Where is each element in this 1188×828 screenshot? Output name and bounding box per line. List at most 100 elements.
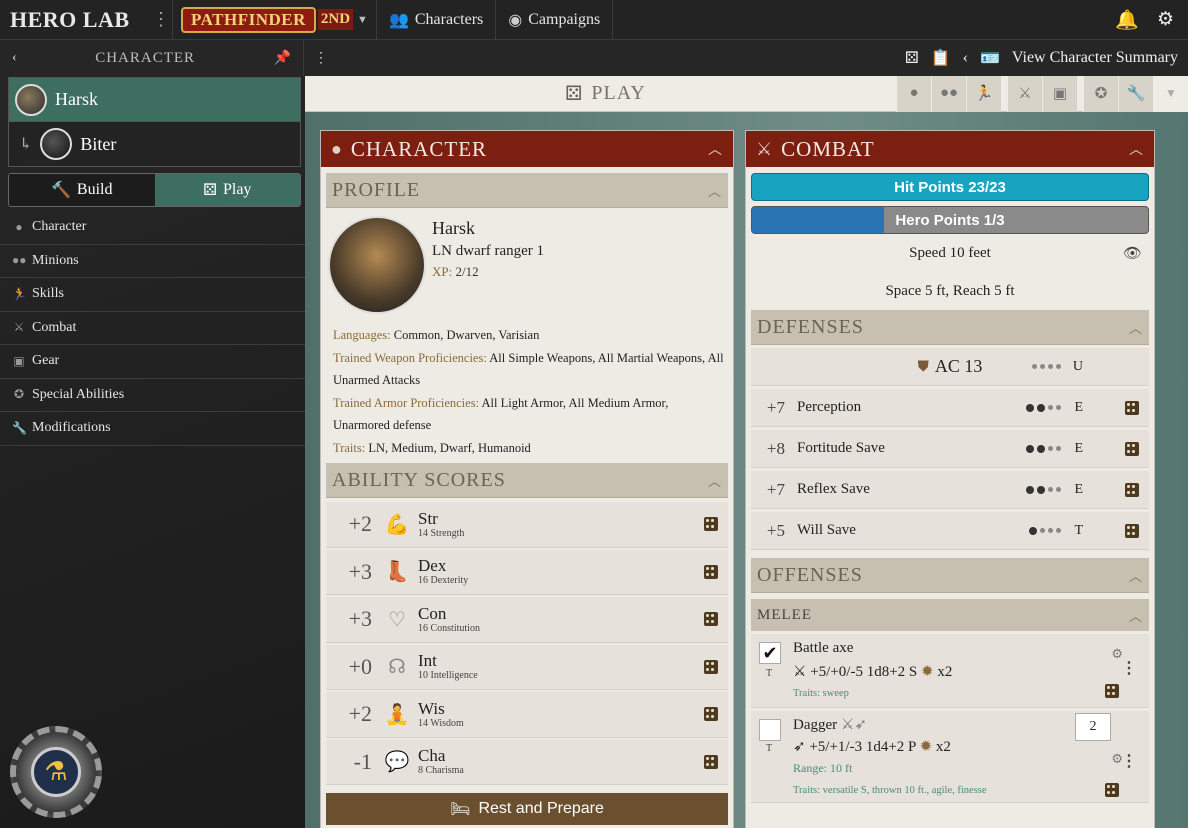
game-selector[interactable]: PATHFINDER 2ND ▼ bbox=[172, 0, 377, 40]
sidebar-nav: ● Character ●● Minions 🏃 Skills ⚔ Combat ▣ Ge… bbox=[0, 211, 305, 446]
dice-icon[interactable] bbox=[704, 707, 718, 722]
ability-row[interactable]: -1 💬 Cha 8 Charisma bbox=[326, 739, 728, 785]
tab-gear-icon[interactable]: ▣ bbox=[1042, 75, 1077, 112]
sidebar-item-character[interactable]: ● Character bbox=[0, 211, 305, 245]
clipboard-check-icon[interactable]: 📋 bbox=[931, 48, 951, 68]
bell-icon[interactable]: 🔔 bbox=[1115, 8, 1139, 32]
ability-scores-heading[interactable]: ABILITY SCORES ︿ bbox=[326, 463, 728, 498]
sidebar-item-special-abilities[interactable]: ✪ Special Abilities bbox=[0, 379, 305, 412]
tab-character-icon[interactable]: ● bbox=[896, 75, 931, 112]
nav-characters[interactable]: 👥 Characters bbox=[377, 0, 497, 40]
sidebar-item-gear[interactable]: ▣ Gear bbox=[0, 345, 305, 379]
tab-abilities-icon[interactable]: ✪ bbox=[1083, 75, 1118, 112]
chevron-up-icon[interactable]: ︿ bbox=[1129, 139, 1144, 159]
proficiency-dots bbox=[1026, 444, 1061, 453]
nav-campaigns[interactable]: ◉ Campaigns bbox=[496, 0, 614, 40]
ability-row[interactable]: +0 ☊ Int 10 Intelligence bbox=[326, 644, 728, 690]
sidebar-item-modifications[interactable]: 🔧 Modifications bbox=[0, 412, 305, 446]
equipped-checkbox[interactable]: ✔ bbox=[759, 719, 781, 741]
profile-heading[interactable]: PROFILE ︿ bbox=[326, 173, 728, 208]
tab-combat-icon[interactable]: ⚔ bbox=[1007, 75, 1042, 112]
equipped-checkbox[interactable]: ✔ bbox=[759, 642, 781, 664]
attack-icon: ➶ bbox=[793, 739, 806, 755]
chevron-left-icon[interactable]: ‹ bbox=[963, 49, 968, 67]
play-title-label: PLAY bbox=[591, 82, 646, 104]
tab-skills-icon[interactable]: 🏃 bbox=[966, 75, 1001, 112]
dice-icon[interactable] bbox=[704, 517, 718, 532]
save-row[interactable]: +7 Reflex Save E bbox=[751, 471, 1149, 509]
ability-row[interactable]: +2 🧘 Wis 14 Wisdom bbox=[326, 692, 728, 738]
character-entry[interactable]: Harsk bbox=[9, 78, 300, 122]
dice-icon[interactable] bbox=[704, 754, 718, 769]
ability-row[interactable]: +3 👢 Dex 16 Dexterity bbox=[326, 549, 728, 595]
dice-icon[interactable] bbox=[704, 564, 718, 579]
tabs-dropdown-icon[interactable]: ▼ bbox=[1153, 75, 1188, 112]
top-bar: HERO LAB ⋮ PATHFINDER 2ND ▼ 👥 Characters… bbox=[0, 0, 1188, 40]
play-mode-button[interactable]: ⚄ Play bbox=[154, 174, 300, 206]
combat-panel: ⚔ COMBAT ︿ Hit Points 23/23 Hero Points … bbox=[745, 130, 1155, 828]
melee-heading[interactable]: MELEE ︿ bbox=[751, 599, 1149, 631]
weapon-menu-icon[interactable]: ⋮ bbox=[1121, 658, 1137, 678]
main-menu-icon[interactable]: ⋮ bbox=[314, 50, 328, 67]
chevron-up-icon[interactable]: ︿ bbox=[1129, 606, 1143, 625]
view-summary-link[interactable]: View Character Summary bbox=[1012, 49, 1178, 67]
chevron-up-icon[interactable]: ︿ bbox=[1129, 566, 1143, 585]
ability-short: Wis bbox=[418, 698, 445, 718]
dice-icon[interactable] bbox=[1125, 400, 1139, 415]
chevron-up-icon[interactable]: ︿ bbox=[708, 471, 722, 490]
dice-icon[interactable] bbox=[1125, 523, 1139, 538]
pathfinder-logo: PATHFINDER bbox=[181, 6, 316, 33]
tab-modifications-icon[interactable]: 🔧 bbox=[1118, 75, 1153, 112]
sidebar-item-skills[interactable]: 🏃 Skills bbox=[0, 278, 305, 312]
weapon-menu-icon[interactable]: ⋮ bbox=[1121, 751, 1137, 771]
weapon-row[interactable]: ✔ T Battle axe ⚔ +5/+0/-5 1d8+2 S ✹ x2 T… bbox=[751, 634, 1149, 708]
offenses-heading[interactable]: OFFENSES ︿ bbox=[751, 558, 1149, 593]
dice-icon[interactable] bbox=[704, 659, 718, 674]
dice-icon[interactable] bbox=[1125, 482, 1139, 497]
profile-heading-label: PROFILE bbox=[332, 178, 421, 201]
app-menu-icon[interactable]: ⋮ bbox=[150, 9, 172, 30]
chevron-up-icon[interactable]: ︿ bbox=[708, 139, 723, 159]
build-mode-button[interactable]: 🔨 Build bbox=[9, 174, 155, 206]
eye-icon[interactable]: 👁 bbox=[1123, 244, 1142, 263]
weapon-row[interactable]: ✔ T Dagger ⚔➶ ➶ +5/+1/-3 1d4+2 P ✹ x2 Ra… bbox=[751, 711, 1149, 803]
ability-short: Str bbox=[418, 508, 438, 528]
hit-points-bar[interactable]: Hit Points 23/23 bbox=[751, 173, 1149, 201]
dice-icon[interactable]: ⚄ bbox=[905, 48, 919, 68]
combat-panel-header[interactable]: ⚔ COMBAT ︿ bbox=[746, 131, 1154, 167]
weapon-name: Battle axe bbox=[793, 640, 854, 656]
dice-icon[interactable] bbox=[1105, 783, 1119, 797]
globe-icon: ◉ bbox=[508, 11, 523, 29]
defenses-heading[interactable]: DEFENSES ︿ bbox=[751, 310, 1149, 345]
gear-icon[interactable]: ⚙ bbox=[1157, 8, 1174, 31]
save-name: Will Save bbox=[797, 522, 856, 538]
brain-icon: ☊ bbox=[388, 656, 406, 679]
sidebar-item-minions[interactable]: ●● Minions bbox=[0, 245, 305, 278]
proficiency-dots bbox=[1032, 364, 1061, 369]
ability-row[interactable]: +3 ♡ Con 16 Constitution bbox=[326, 597, 728, 643]
rest-and-prepare-button[interactable]: 🛏 Rest and Prepare bbox=[326, 793, 728, 825]
meditate-icon: 🧘 bbox=[384, 703, 410, 726]
hero-points-bar[interactable]: Hero Points 1/3 bbox=[751, 206, 1149, 234]
tab-minions-icon[interactable]: ●● bbox=[931, 75, 966, 112]
sidebar-item-combat[interactable]: ⚔ Combat bbox=[0, 312, 305, 345]
save-row[interactable]: +5 Will Save T bbox=[751, 512, 1149, 550]
save-row[interactable]: +7 Perception E bbox=[751, 389, 1149, 427]
save-row[interactable]: +8 Fortitude Save E bbox=[751, 430, 1149, 468]
quantity-stepper[interactable]: 2 bbox=[1075, 713, 1111, 741]
xp-line: XP: 2/12 bbox=[432, 264, 544, 280]
pin-icon[interactable]: 📌 bbox=[274, 50, 291, 67]
section-tabs: ● ●● 🏃 ⚔ ▣ ✪ 🔧 ▼ bbox=[896, 75, 1188, 112]
ac-row[interactable]: ⛊ AC 13 U bbox=[751, 348, 1149, 386]
minion-entry[interactable]: ↳ Biter bbox=[9, 122, 300, 166]
hero-lab-logo[interactable]: HERO LAB bbox=[0, 7, 150, 33]
chevron-up-icon[interactable]: ︿ bbox=[708, 181, 722, 200]
dice-icon[interactable] bbox=[704, 612, 718, 627]
panel-title: COMBAT bbox=[781, 136, 875, 161]
dice-icon[interactable] bbox=[1125, 441, 1139, 456]
character-panel-header[interactable]: ● CHARACTER ︿ bbox=[321, 131, 733, 167]
proficiency-rank: U bbox=[1072, 358, 1083, 374]
chevron-up-icon[interactable]: ︿ bbox=[1129, 318, 1143, 337]
ability-row[interactable]: +2 💪 Str 14 Strength bbox=[326, 502, 728, 548]
dice-icon[interactable] bbox=[1105, 684, 1119, 698]
